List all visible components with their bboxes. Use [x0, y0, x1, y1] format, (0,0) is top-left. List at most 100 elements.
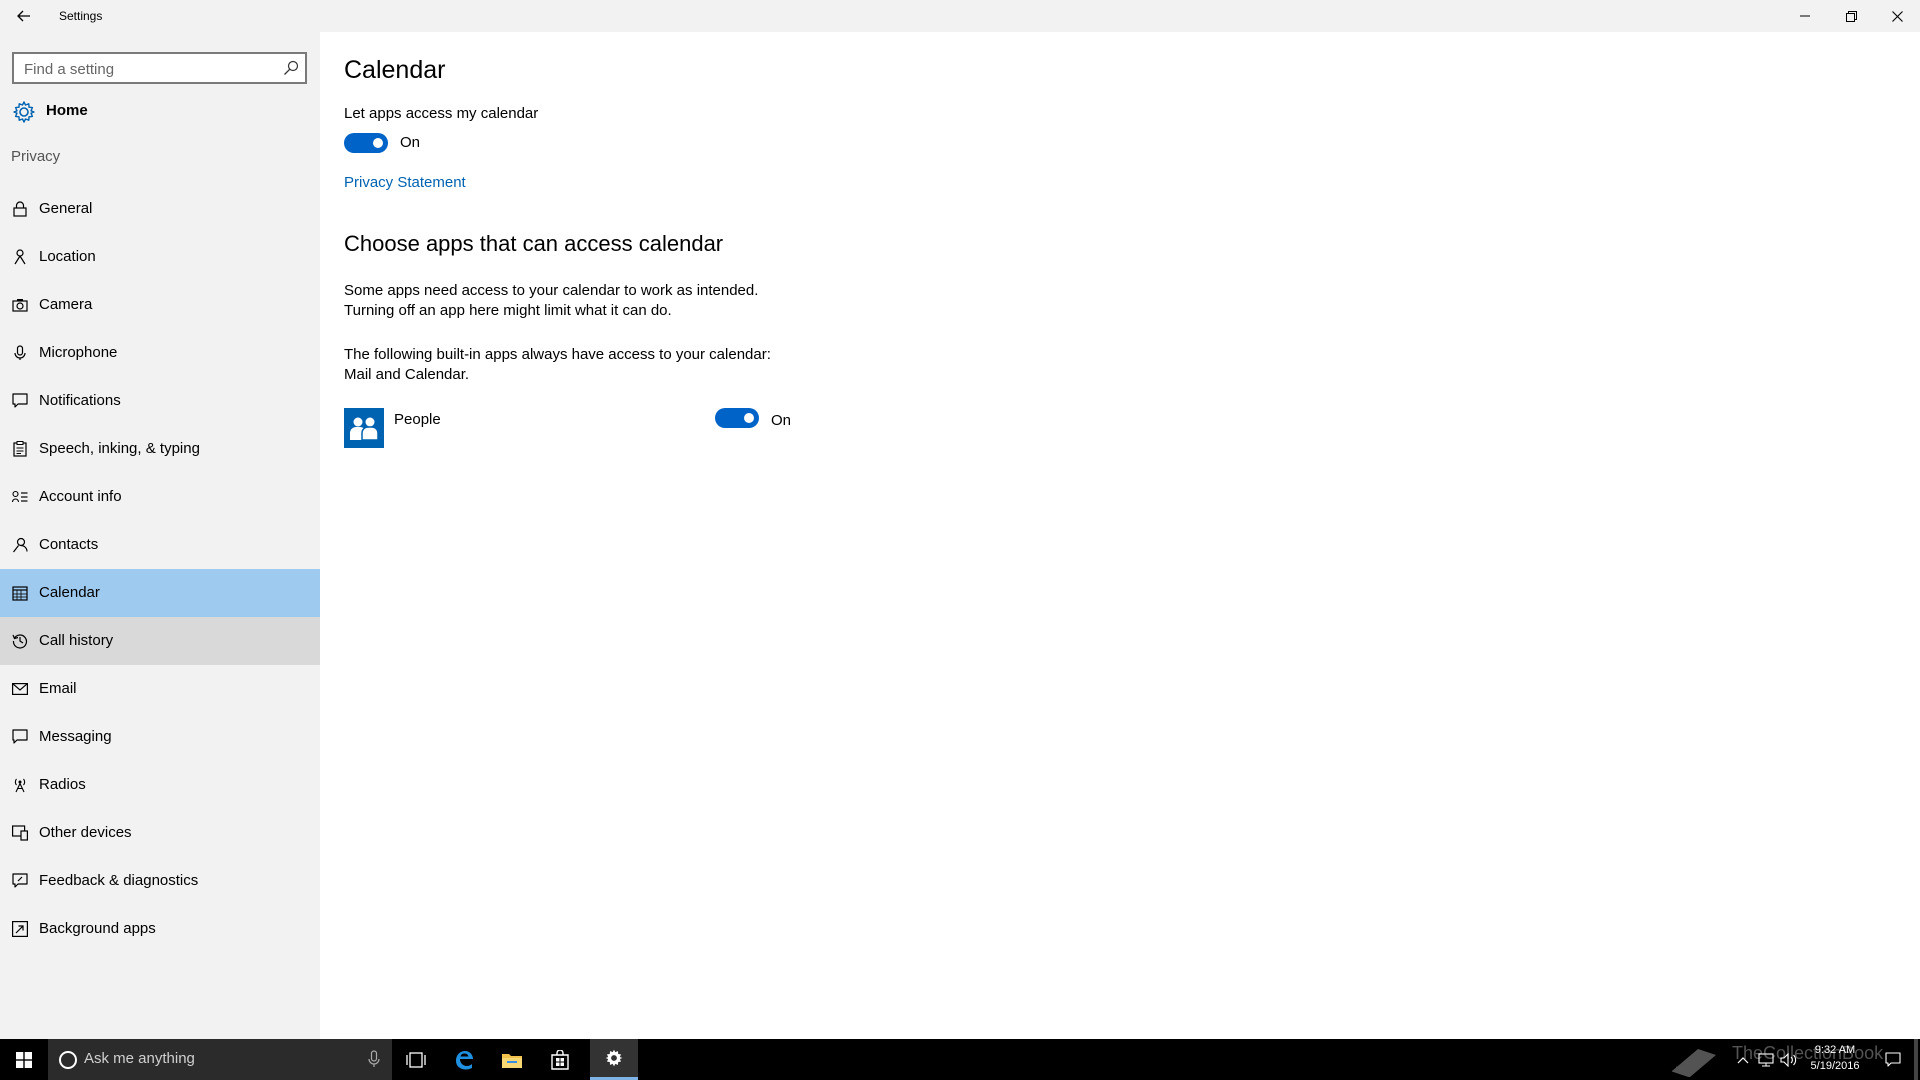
- network-icon: [1758, 1052, 1774, 1066]
- calendar-access-toggle[interactable]: [344, 133, 388, 153]
- close-icon: [1891, 10, 1903, 22]
- show-desktop-button[interactable]: [1914, 1039, 1918, 1080]
- sidebar-item-label: Contacts: [39, 536, 99, 553]
- sidebar-item-call-history[interactable]: Call history: [0, 617, 320, 665]
- section-label-privacy: Privacy: [11, 148, 61, 165]
- restore-button[interactable]: [1828, 0, 1874, 32]
- volume-icon: [1780, 1052, 1797, 1067]
- find-setting-input[interactable]: Find a setting: [12, 52, 307, 84]
- apps-description-line-2: Turning off an app here might limit what…: [344, 302, 672, 319]
- cortana-icon: [59, 1051, 77, 1069]
- settings-taskbar-button[interactable]: [590, 1039, 638, 1080]
- sidebar-item-label: Location: [39, 248, 96, 265]
- sidebar-item-label: Background apps: [39, 920, 156, 937]
- title-bar: Settings: [0, 0, 1920, 32]
- sidebar-item-notifications[interactable]: Notifications: [0, 377, 320, 425]
- show-hidden-icons-button[interactable]: [1736, 1039, 1750, 1080]
- watermark-book-logo: [1664, 1039, 1724, 1080]
- sidebar-item-label: General: [39, 200, 93, 217]
- sidebar-item-label: Camera: [39, 296, 93, 313]
- calendar-icon: [12, 585, 28, 601]
- sidebar-item-label: Notifications: [39, 392, 121, 409]
- sidebar-item-camera[interactable]: Camera: [0, 281, 320, 329]
- gear-icon: [605, 1049, 623, 1067]
- sidebar-item-label: Account info: [39, 488, 122, 505]
- sidebar: Find a setting Home Privacy General Loca…: [0, 32, 320, 1039]
- chevron-up-icon: [1737, 1056, 1749, 1063]
- sidebar-item-label: Speech, inking, & typing: [39, 440, 200, 457]
- sidebar-item-radios[interactable]: Radios: [0, 761, 320, 809]
- sidebar-item-label: Email: [39, 680, 77, 697]
- radio-tower-icon: [12, 777, 28, 793]
- sidebar-item-account-info[interactable]: Account info: [0, 473, 320, 521]
- sidebar-item-background-apps[interactable]: Background apps: [0, 905, 320, 953]
- feedback-icon: [12, 873, 28, 889]
- taskbar-clock[interactable]: 9:32 AM 5/19/2016: [1800, 1042, 1870, 1074]
- task-view-icon: [406, 1051, 426, 1068]
- page-title: Calendar: [344, 56, 446, 84]
- sidebar-item-contacts[interactable]: Contacts: [0, 521, 320, 569]
- book-icon: [1671, 1048, 1716, 1077]
- privacy-nav-list: General Location Camera Microphone Notif…: [0, 185, 320, 953]
- app-name-people: People: [394, 411, 441, 428]
- file-explorer-button[interactable]: [488, 1039, 536, 1080]
- sidebar-item-speech[interactable]: Speech, inking, & typing: [0, 425, 320, 473]
- people-icon: [344, 408, 384, 448]
- minimize-button[interactable]: [1782, 0, 1828, 32]
- sidebar-item-general[interactable]: General: [0, 185, 320, 233]
- back-arrow-icon: [17, 10, 30, 22]
- sidebar-item-other-devices[interactable]: Other devices: [0, 809, 320, 857]
- sidebar-item-microphone[interactable]: Microphone: [0, 329, 320, 377]
- sidebar-item-label: Microphone: [39, 344, 118, 361]
- start-button[interactable]: [0, 1039, 48, 1080]
- sidebar-item-location[interactable]: Location: [0, 233, 320, 281]
- contacts-icon: [12, 537, 28, 553]
- network-button[interactable]: [1756, 1039, 1776, 1080]
- toggle-knob: [373, 138, 383, 148]
- people-access-toggle[interactable]: [715, 408, 759, 428]
- history-icon: [12, 633, 28, 649]
- close-button[interactable]: [1874, 0, 1920, 32]
- sidebar-item-label: Radios: [39, 776, 86, 793]
- main-content: Calendar Let apps access my calendar On …: [320, 32, 1920, 1039]
- home-link[interactable]: Home: [0, 92, 320, 132]
- camera-icon: [12, 297, 28, 313]
- action-center-button[interactable]: [1878, 1039, 1908, 1080]
- sidebar-item-calendar[interactable]: Calendar: [0, 569, 320, 617]
- task-view-button[interactable]: [392, 1039, 440, 1080]
- apps-description-line-1: Some apps need access to your calendar t…: [344, 282, 759, 299]
- app-row-people: People On: [344, 408, 824, 452]
- sidebar-item-label: Messaging: [39, 728, 112, 745]
- store-button[interactable]: [536, 1039, 584, 1080]
- background-apps-icon: [12, 921, 28, 937]
- store-icon: [551, 1049, 569, 1070]
- sidebar-item-label: Calendar: [39, 584, 100, 601]
- builtin-apps-note: The following built-in apps always have …: [344, 345, 771, 385]
- sidebar-item-label: Feedback & diagnostics: [39, 872, 199, 889]
- account-info-icon: [12, 489, 28, 505]
- volume-button[interactable]: [1778, 1039, 1800, 1080]
- microphone-icon[interactable]: [368, 1050, 380, 1068]
- edge-icon: [456, 1050, 473, 1069]
- back-button[interactable]: [4, 0, 44, 32]
- location-person-icon: [12, 249, 28, 265]
- sidebar-item-email[interactable]: Email: [0, 665, 320, 713]
- sidebar-item-label: Other devices: [39, 824, 132, 841]
- cortana-search-box[interactable]: Ask me anything: [48, 1039, 392, 1080]
- edge-button[interactable]: [440, 1039, 488, 1080]
- search-placeholder: Find a setting: [24, 61, 115, 78]
- calendar-access-state: On: [400, 134, 421, 151]
- cortana-placeholder: Ask me anything: [84, 1050, 195, 1067]
- clock-time: 9:32 AM: [1814, 1044, 1856, 1056]
- privacy-statement-link[interactable]: Privacy Statement: [344, 174, 466, 191]
- sidebar-item-label: Call history: [39, 632, 114, 649]
- devices-icon: [12, 825, 28, 841]
- builtin-apps-note-line-1: The following built-in apps always have …: [344, 346, 771, 363]
- sidebar-item-feedback[interactable]: Feedback & diagnostics: [0, 857, 320, 905]
- window-title: Settings: [59, 9, 103, 23]
- lock-icon: [12, 201, 28, 217]
- windows-logo-icon: [16, 1051, 32, 1068]
- builtin-apps-note-line-2: Mail and Calendar.: [344, 366, 470, 383]
- sidebar-item-messaging[interactable]: Messaging: [0, 713, 320, 761]
- clock-date: 5/19/2016: [1810, 1060, 1860, 1072]
